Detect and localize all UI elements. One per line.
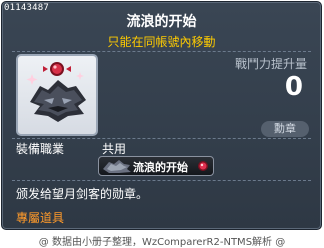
medal-title-badge: 流浪的开始 (98, 156, 214, 176)
item-title: 流浪的开始 (126, 14, 197, 30)
credit-footer: @ 数据由小册子整理，WzComparerR2-NTMS解析 @ (38, 237, 286, 248)
job-value: 共用 (102, 142, 127, 156)
combat-power-value: 0 (284, 72, 303, 102)
combat-power-label: 戰鬥力提升量 (234, 57, 307, 71)
wolf-head-badge-icon (103, 160, 131, 173)
divider-bottom (12, 180, 311, 181)
item-tooltip: 01143487 流浪的开始 只能在同帳號內移動 戰鬥力提升量 0 勳章 裝備職… (1, 1, 322, 230)
medal-title-text: 流浪的开始 (133, 161, 188, 174)
item-description: 颁发给望月剑客的勋章。 (16, 187, 149, 201)
divider-middle (12, 138, 311, 139)
wolf-head-medal-icon (26, 62, 86, 122)
red-gem-icon (198, 161, 208, 171)
trade-restriction: 只能在同帳號內移動 (107, 35, 216, 49)
job-label: 裝備職業 (16, 142, 65, 156)
item-icon-frame (16, 54, 98, 136)
category-badge: 勳章 (261, 121, 309, 137)
exclusive-item-label: 專屬道具 (16, 211, 65, 225)
divider-top (12, 51, 311, 52)
